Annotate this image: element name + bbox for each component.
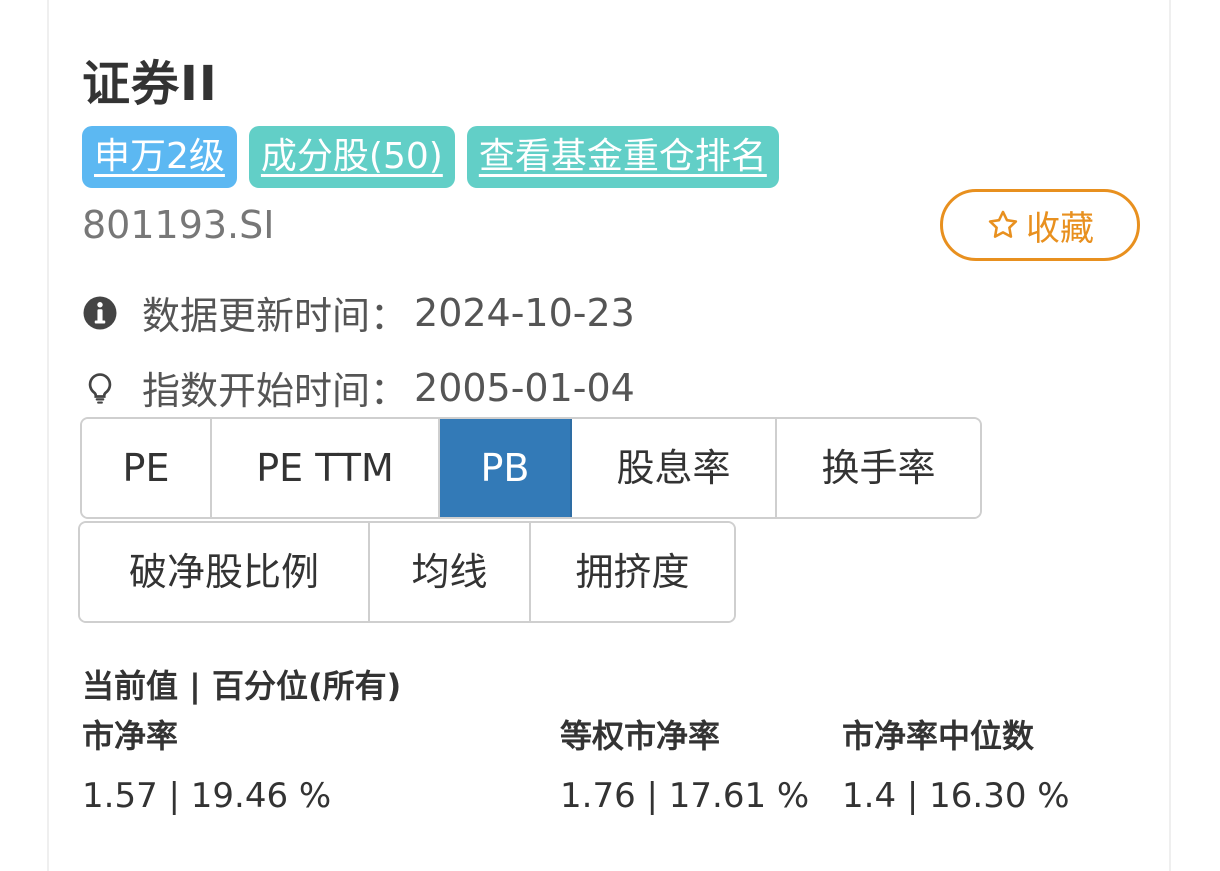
- start-time-row: 指数开始时间： 2005-01-04: [82, 360, 635, 415]
- metric-equal-weight-pb-label: 等权市净率: [560, 717, 721, 755]
- metric-pb: 市净率 1.57 | 19.46 %: [82, 712, 331, 816]
- info-circle-icon: [82, 295, 118, 331]
- lightbulb-icon: [82, 370, 118, 406]
- metric-median-pb: 市净率中位数 1.4 | 16.30 %: [842, 712, 1070, 816]
- start-time-label: 指数开始时间：: [142, 369, 409, 413]
- stats-section-title: 当前值 | 百分位(所有): [82, 667, 402, 705]
- metric-equal-weight-pb-value: 1.76 | 17.61 %: [560, 776, 810, 816]
- metric-median-pb-label: 市净率中位数: [842, 717, 1035, 755]
- tab-pe[interactable]: PE: [82, 419, 212, 517]
- tab-crowding[interactable]: 拥挤度: [531, 523, 734, 621]
- metric-pb-value: 1.57 | 19.46 %: [82, 776, 332, 816]
- tab-pe-ttm[interactable]: PE TTM: [212, 419, 440, 517]
- page-title: 证券II: [82, 56, 218, 112]
- start-time-value: 2005-01-04: [414, 365, 635, 410]
- favorite-button[interactable]: 收藏: [940, 189, 1140, 261]
- tag-bar: 申万2级 成分股(50) 查看基金重仓排名: [82, 126, 779, 188]
- update-time-label: 数据更新时间：: [142, 294, 409, 338]
- tab-moving-average[interactable]: 均线: [370, 523, 531, 621]
- tab-turnover-rate[interactable]: 换手率: [777, 419, 980, 517]
- metric-pb-label: 市净率: [82, 717, 179, 755]
- tag-constituents-link[interactable]: 成分股(50): [248, 126, 455, 188]
- metric-equal-weight-pb: 等权市净率 1.76 | 17.61 %: [560, 712, 809, 816]
- tag-sw-level2-link[interactable]: 申万2级: [82, 126, 237, 188]
- tab-dividend-yield[interactable]: 股息率: [572, 419, 777, 517]
- index-card: 证券II 申万2级 成分股(50) 查看基金重仓排名 801193.SI 收藏 …: [47, 0, 1171, 871]
- tag-fund-ranking-link[interactable]: 查看基金重仓排名: [466, 126, 779, 188]
- favorite-label: 收藏: [1026, 208, 1094, 249]
- tab-below-book-ratio[interactable]: 破净股比例: [80, 523, 370, 621]
- metric-tabs-row-2: 破净股比例 均线 拥挤度: [78, 521, 736, 623]
- index-code: 801193.SI: [82, 203, 275, 247]
- metric-median-pb-value: 1.4 | 16.30 %: [842, 776, 1070, 816]
- update-time-row: 数据更新时间： 2024-10-23: [82, 285, 635, 340]
- star-outline-icon: [988, 210, 1018, 238]
- tab-pb[interactable]: PB: [440, 419, 572, 517]
- update-time-value: 2024-10-23: [414, 290, 635, 335]
- metric-tabs-row-1: PE PE TTM PB 股息率 换手率: [80, 417, 982, 519]
